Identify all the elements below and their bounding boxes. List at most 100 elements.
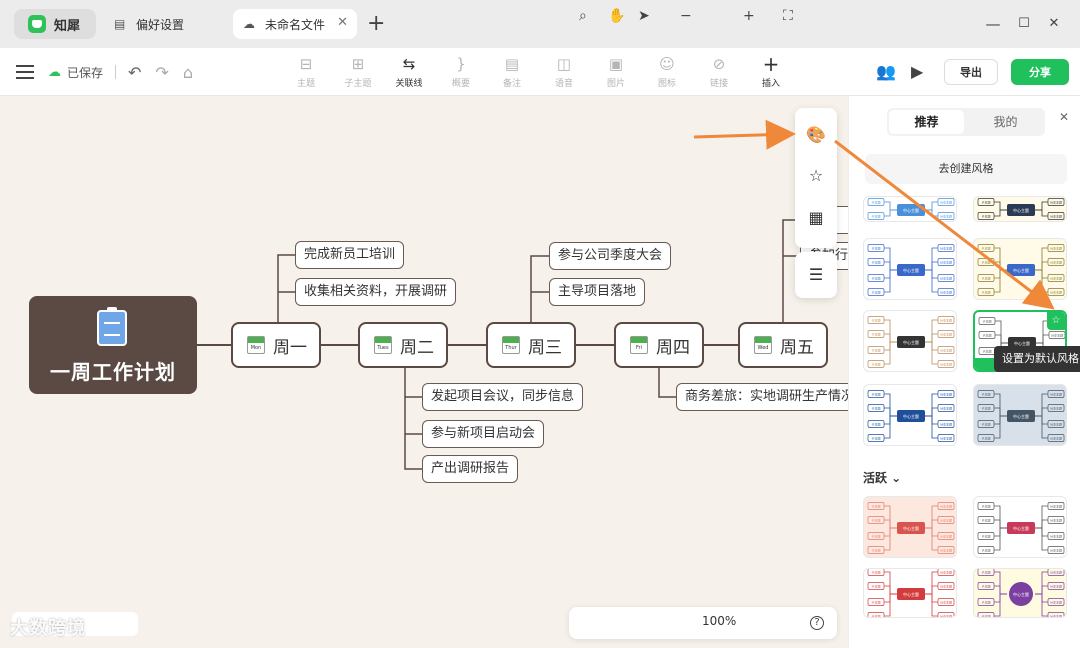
day-label: 周五 (780, 337, 814, 358)
tab-bar: 知犀 ▤ 偏好设置 ☁ 未命名文件 ✕ + — ☐ ✕ (0, 0, 1080, 48)
svg-text:子主题: 子主题 (871, 435, 880, 440)
zoom-in-button[interactable]: + (743, 7, 755, 25)
tab-mine[interactable]: 我的 (968, 110, 1043, 134)
style-template[interactable]: 中心主题 子主题 分支主题 子主题 分支主题 子主题 分支主题 子主题 分支主题 (973, 568, 1067, 618)
tool-relation-line[interactable]: ⇆ 关联线 (386, 54, 432, 92)
maximize-icon[interactable]: ☐ (1012, 12, 1036, 36)
svg-text:中心主题: 中心主题 (903, 339, 919, 345)
tool-relation-line-label: 关联线 (395, 79, 423, 89)
new-tab-button[interactable]: + (367, 11, 385, 37)
svg-text:子主题: 子主题 (981, 583, 990, 588)
svg-text:子主题: 子主题 (982, 318, 991, 323)
style-template[interactable]: 中心主题 子主题 分支主题 子主题 分支主题 子主题 分支主题 子主题 分支主题 (863, 384, 957, 446)
tool-subtopic[interactable]: ⊞ 子主题 (335, 54, 381, 92)
svg-text:子主题: 子主题 (981, 613, 990, 618)
svg-text:分支主题: 分支主题 (1050, 547, 1062, 552)
set-default-star-icon[interactable]: ☆ (1047, 312, 1065, 330)
calendar-icon: Fri (630, 336, 648, 354)
magic-style-icon[interactable]: ☆ (806, 166, 826, 186)
create-style-button[interactable]: 去创建风格 (865, 154, 1067, 184)
svg-text:分支主题: 分支主题 (940, 289, 952, 294)
task-node[interactable]: 完成新员工培训 (295, 241, 405, 269)
tab-recommended[interactable]: 推荐 (889, 110, 964, 134)
undo-icon[interactable]: ↶ (128, 63, 141, 82)
format-painter-icon[interactable]: ⌂ (183, 63, 193, 82)
window-close-icon[interactable]: ✕ (1042, 12, 1066, 36)
style-template[interactable]: 中心主题 子主题 分支主题 子主题 分支主题 子主题 分支主题 子主题 分支主题 (863, 238, 957, 300)
zoom-out-button[interactable]: − (680, 7, 692, 25)
task-node[interactable]: 参与公司季度大会 (549, 242, 672, 270)
calendar-icon: Thur (502, 336, 520, 354)
day-node-friday[interactable]: Wed 周五 (738, 322, 828, 368)
palette-icon[interactable]: 🎨 (806, 125, 826, 145)
export-button[interactable]: 导出 (944, 59, 998, 85)
layout-icon[interactable]: ▦ (806, 208, 826, 228)
tab-untitled-file[interactable]: ☁ 未命名文件 ✕ (233, 9, 357, 39)
svg-text:分支主题: 分支主题 (940, 517, 952, 522)
svg-text:分支主题: 分支主题 (940, 583, 952, 588)
tool-insert[interactable]: + 插入 (748, 54, 794, 92)
style-template[interactable]: 中心主题 子主题 分支主题 子主题 分支主题 子主题 分支主题 子主题 分支主题 (973, 384, 1067, 446)
svg-text:子主题: 子主题 (871, 583, 880, 588)
svg-text:子主题: 子主题 (871, 533, 880, 538)
svg-text:分支主题: 分支主题 (1050, 517, 1062, 522)
outline-list-icon[interactable]: ☰ (806, 265, 826, 285)
tool-emoji[interactable]: ☺ 图标 (644, 54, 690, 92)
tool-image[interactable]: ▣ 图片 (593, 54, 639, 92)
image-icon: ▣ (608, 55, 624, 73)
day-node-wednesday[interactable]: Thur 周三 (486, 322, 576, 368)
mindmap-canvas[interactable]: 一周工作计划 Mon 周一 Tues 周二 Thur 周三 Fri 周四 Wed… (0, 96, 848, 648)
task-node[interactable]: 主导项目落地 (549, 278, 646, 306)
style-template[interactable]: 中心主题 子主题 分支主题 子主题 分支主题 子主题 分支主题 子主题 分支主题 (863, 496, 957, 558)
style-template[interactable]: 中心主题 子主题 分支主题 子主题 分支主题 (973, 196, 1067, 222)
insert-icon: + (762, 52, 780, 76)
task-node[interactable]: 收集相关资料，开展调研 (295, 278, 457, 306)
svg-text:中心主题: 中心主题 (903, 525, 919, 531)
style-template-preview: 中心主题子主题 分支主题子主题 分支主题 (977, 198, 1065, 220)
day-node-monday[interactable]: Mon 周一 (231, 322, 321, 368)
task-node[interactable]: 产出调研报告 (422, 455, 519, 483)
share-button[interactable]: 分享 (1011, 59, 1069, 85)
tool-image-label: 图片 (606, 79, 625, 89)
style-template[interactable]: 中心主题 子主题 分支主题 子主题 分支主题 子主题 分支主题 子主题 分支主题 (973, 238, 1067, 300)
svg-text:子主题: 子主题 (981, 199, 990, 204)
style-template[interactable]: 中心主题 子主题 分支主题 子主题 分支主题 子主题 分支主题 子主题 分支主题 (863, 568, 957, 618)
svg-text:子主题: 子主题 (871, 289, 880, 294)
active-section-title[interactable]: 活跃 ⌄ (863, 469, 901, 486)
svg-text:中心主题: 中心主题 (1013, 267, 1029, 273)
navigate-arrow-icon[interactable]: ➤ (638, 7, 650, 25)
search-icon[interactable]: ⌕ (579, 7, 587, 25)
task-node[interactable]: 商务差旅：实地调研生产情况 (676, 383, 848, 411)
svg-text:子主题: 子主题 (871, 361, 880, 366)
tool-note[interactable]: ▤ 备注 (489, 54, 535, 92)
svg-text:子主题: 子主题 (871, 547, 880, 552)
collaborators-icon[interactable]: 👥 (876, 62, 896, 81)
menu-icon[interactable] (16, 65, 34, 79)
svg-text:子主题: 子主题 (981, 421, 990, 426)
minimize-icon[interactable]: — (981, 12, 1005, 36)
hand-pan-icon[interactable]: ✋ (608, 7, 625, 25)
tool-link[interactable]: ⊘ 链接 (696, 54, 742, 92)
close-tab-icon[interactable]: ✕ (337, 15, 348, 30)
tool-voice[interactable]: ◫ 语音 (541, 54, 587, 92)
redo-icon[interactable]: ↷ (155, 63, 168, 82)
svg-text:中心主题: 中心主题 (903, 267, 919, 273)
toolbar-divider (115, 65, 117, 79)
day-node-thursday[interactable]: Fri 周四 (614, 322, 704, 368)
day-node-tuesday[interactable]: Tues 周二 (358, 322, 448, 368)
tool-topic[interactable]: ⊟ 主题 (283, 54, 329, 92)
presentation-play-icon[interactable]: ▶ (911, 62, 923, 81)
style-template[interactable]: 中心主题 子主题 分支主题 子主题 分支主题 (863, 196, 957, 222)
tool-summary[interactable]: } 概要 (438, 54, 484, 92)
app-tab[interactable]: 知犀 (14, 9, 96, 39)
fit-screen-icon[interactable]: ⛶ (783, 7, 793, 25)
style-template[interactable]: 中心主题 子主题 分支主题 子主题 分支主题 子主题 分支主题 子主题 分支主题 (973, 496, 1067, 558)
task-node[interactable]: 参与新项目启动会 (422, 420, 545, 448)
help-icon[interactable]: ? (810, 616, 824, 630)
canvas-side-toolbar: 🎨 ☆ ▦ (795, 108, 837, 248)
style-template[interactable]: 中心主题 子主题 分支主题 子主题 分支主题 子主题 分支主题 子主题 分支主题 (863, 310, 957, 372)
task-node[interactable]: 发起项目会议，同步信息 (422, 383, 584, 411)
panel-close-icon[interactable]: ✕ (1059, 110, 1069, 124)
root-topic[interactable]: 一周工作计划 (29, 296, 197, 394)
tab-preferences[interactable]: ▤ 偏好设置 (100, 9, 226, 39)
